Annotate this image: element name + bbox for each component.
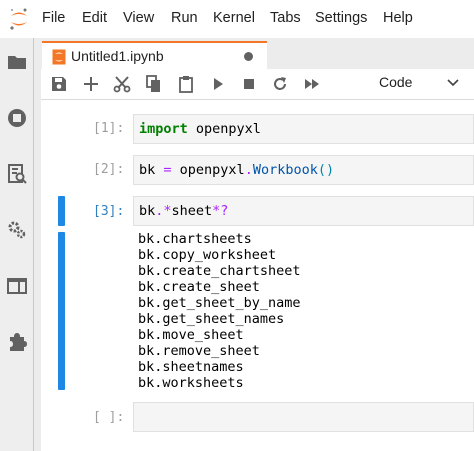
command-palette-icon[interactable] xyxy=(7,164,27,184)
output-line: bk.move_sheet xyxy=(138,327,244,343)
folder-icon[interactable] xyxy=(7,52,27,72)
jupyter-logo-icon xyxy=(10,8,27,30)
output-line: bk.get_sheet_names xyxy=(138,311,285,327)
run-icon[interactable] xyxy=(209,75,227,93)
stop-icon[interactable] xyxy=(240,75,258,93)
paste-icon[interactable] xyxy=(177,75,195,93)
extensions-icon[interactable] xyxy=(7,332,27,352)
menu-settings[interactable]: Settings xyxy=(315,10,367,26)
menu-bar: File Edit View Run Kernel Tabs Settings … xyxy=(0,0,474,39)
output-line: bk.create_sheet xyxy=(138,279,260,295)
cell-prompt: [ ]: xyxy=(93,410,125,425)
code-cell-input[interactable]: bk = openpyxl.Workbook() xyxy=(133,155,474,185)
running-icon[interactable] xyxy=(7,108,27,128)
output-line: bk.get_sheet_by_name xyxy=(138,295,301,311)
output-line: bk.sheetnames xyxy=(138,359,244,375)
tab-notebook[interactable]: Untitled1.ipynb xyxy=(42,41,267,70)
code-line: bk = openpyxl.Workbook() xyxy=(139,162,335,178)
fast-forward-icon[interactable] xyxy=(303,75,321,93)
add-cell-icon[interactable] xyxy=(82,75,100,93)
cut-icon[interactable] xyxy=(113,75,131,93)
code-line: import openpyxl xyxy=(139,121,261,137)
output-collapser[interactable] xyxy=(58,232,65,390)
chevron-down-icon[interactable] xyxy=(447,78,459,88)
menu-help[interactable]: Help xyxy=(383,10,413,26)
restart-icon[interactable] xyxy=(271,75,289,93)
menu-view[interactable]: View xyxy=(123,10,154,26)
notebook-file-icon xyxy=(52,49,66,65)
menu-tabs[interactable]: Tabs xyxy=(270,10,301,26)
menu-kernel[interactable]: Kernel xyxy=(213,10,255,26)
cell-prompt: [3]: xyxy=(93,204,125,219)
menu-file[interactable]: File xyxy=(42,10,65,26)
output-line: bk.remove_sheet xyxy=(138,343,260,359)
output-line: bk.worksheets xyxy=(138,375,244,391)
tab-title: Untitled1.ipynb xyxy=(71,48,164,64)
output-line: bk.chartsheets xyxy=(138,231,252,247)
cell-prompt: [1]: xyxy=(93,121,125,136)
property-inspector-icon[interactable] xyxy=(7,220,27,240)
code-cell-input[interactable]: import openpyxl xyxy=(133,114,474,144)
output-line: bk.copy_worksheet xyxy=(138,247,277,263)
output-line: bk.create_chartsheet xyxy=(138,263,301,279)
input-collapser[interactable] xyxy=(58,196,65,226)
code-cell-input[interactable] xyxy=(133,402,474,432)
unsaved-indicator-icon[interactable] xyxy=(244,52,253,61)
menu-run[interactable]: Run xyxy=(171,10,198,26)
code-line: bk.*sheet*? xyxy=(139,203,229,219)
save-icon[interactable] xyxy=(50,75,68,93)
left-sidebar xyxy=(0,38,34,451)
menu-edit[interactable]: Edit xyxy=(82,10,107,26)
copy-icon[interactable] xyxy=(145,75,163,93)
tabs-icon[interactable] xyxy=(7,276,27,296)
code-cell-input[interactable]: bk.*sheet*? xyxy=(133,196,474,226)
cell-type-select[interactable]: Code xyxy=(379,74,412,90)
cell-prompt: [2]: xyxy=(93,162,125,177)
notebook-toolbar: Code xyxy=(41,69,474,100)
